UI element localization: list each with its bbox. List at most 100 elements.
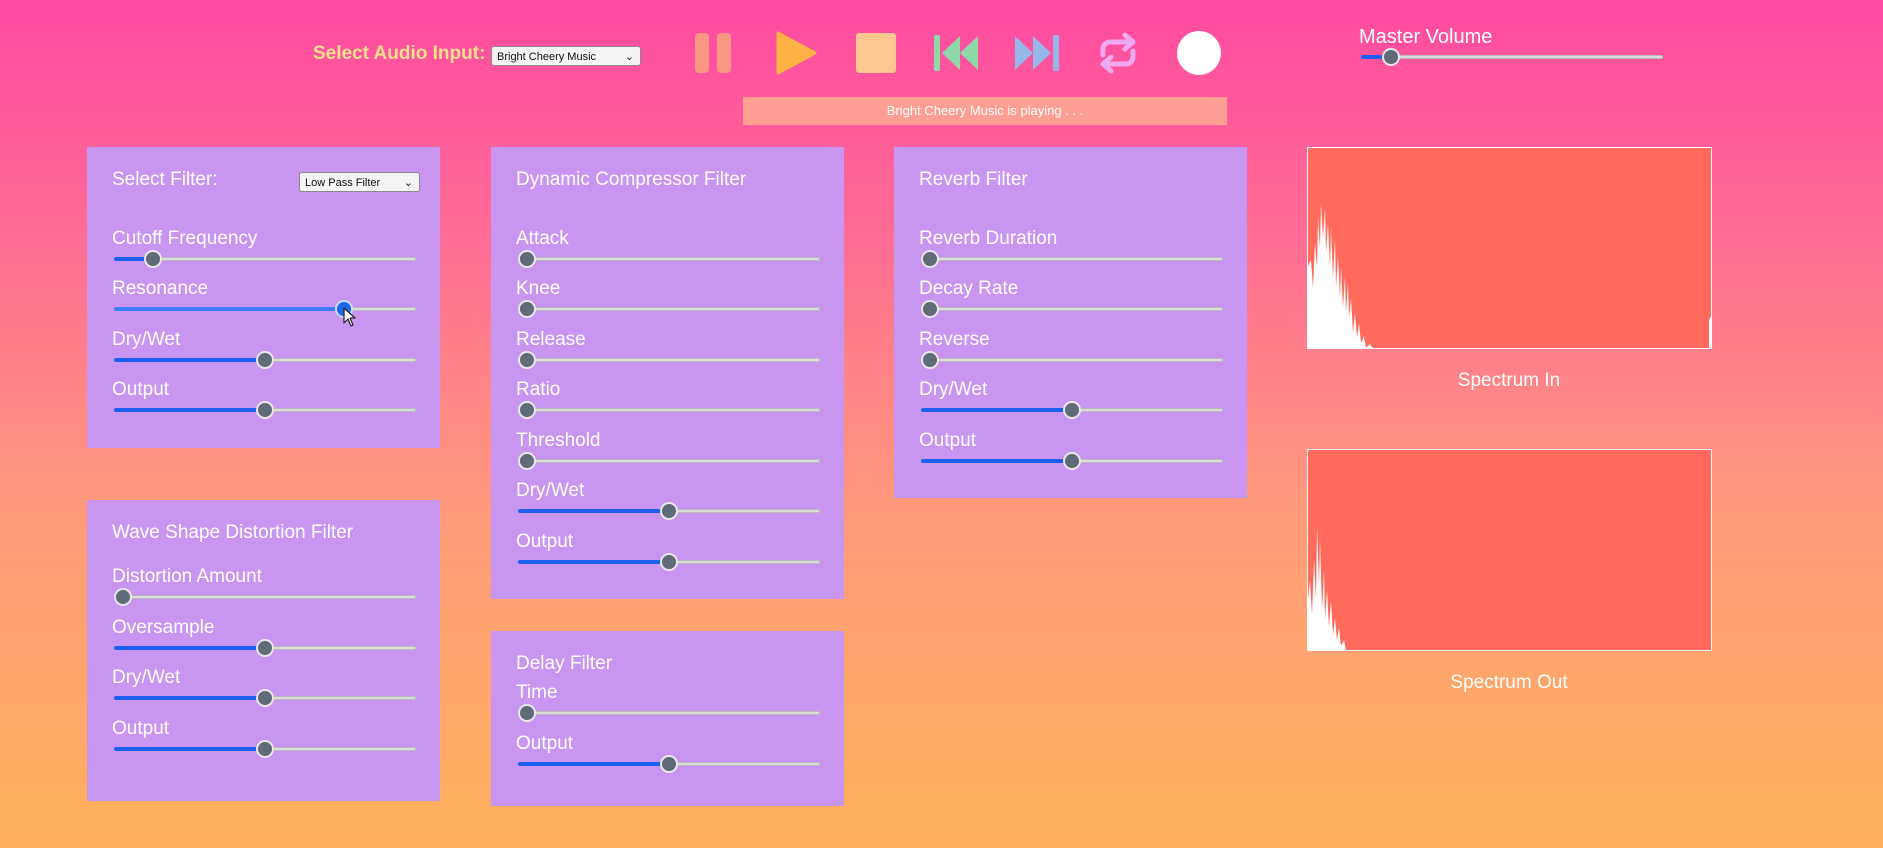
slider-thumb[interactable] — [144, 250, 163, 268]
spectrum-out-label: Spectrum Out — [1450, 672, 1568, 693]
slider-thumb[interactable] — [1063, 452, 1081, 470]
ratio-label: Ratio — [516, 379, 561, 400]
filter-dry-wet-slider[interactable] — [114, 350, 416, 370]
compressor-dry-wet-slider[interactable] — [518, 501, 820, 521]
reverb-output-slider[interactable] — [921, 451, 1223, 471]
record-icon — [1177, 31, 1221, 75]
slider-thumb[interactable] — [1063, 401, 1081, 419]
attack-label: Attack — [516, 228, 569, 249]
distortion-amount-slider[interactable] — [114, 587, 416, 607]
slider-thumb[interactable] — [518, 704, 537, 722]
ratio-slider[interactable] — [518, 400, 820, 420]
delay-output-label: Output — [516, 733, 574, 754]
threshold-label: Threshold — [516, 430, 601, 451]
forward-button[interactable] — [1014, 30, 1060, 76]
audio-input-select[interactable]: Bright Cheery Music ⌄ — [491, 46, 641, 66]
record-button[interactable] — [1176, 30, 1222, 76]
slider-thumb[interactable] — [256, 639, 274, 657]
skip-forward-icon — [1015, 35, 1059, 71]
filter-output-label: Output — [112, 379, 170, 400]
compressor-output-label: Output — [516, 531, 574, 552]
master-volume-label: Master Volume — [1359, 26, 1493, 48]
loop-icon — [1100, 32, 1136, 74]
stop-icon — [856, 33, 896, 73]
spectrum-out-canvas — [1307, 449, 1712, 651]
loop-button[interactable] — [1095, 30, 1141, 76]
compressor-dry-wet-label: Dry/Wet — [516, 480, 585, 501]
slider-thumb[interactable] — [921, 250, 940, 268]
slider-thumb[interactable] — [921, 300, 940, 318]
audio-input-select-value: Bright Cheery Music — [497, 51, 597, 63]
play-icon — [776, 31, 817, 75]
reverb-dry-wet-label: Dry/Wet — [919, 379, 988, 400]
release-label: Release — [516, 329, 586, 350]
slider-thumb[interactable] — [256, 740, 274, 758]
filter-type-select[interactable]: Low Pass Filter ⌄ — [299, 172, 420, 192]
compressor-title: Dynamic Compressor Filter — [516, 169, 747, 190]
filter-panel: Select Filter: Low Pass Filter ⌄ Cutoff … — [87, 147, 440, 448]
knee-label: Knee — [516, 278, 561, 299]
mouse-cursor-icon — [343, 307, 356, 327]
slider-thumb[interactable] — [921, 351, 940, 369]
reverb-duration-slider[interactable] — [921, 249, 1223, 269]
resonance-slider[interactable] — [114, 299, 416, 319]
reverse-slider[interactable] — [921, 350, 1223, 370]
delay-title: Delay Filter — [516, 653, 613, 674]
slider-thumb[interactable] — [1382, 48, 1401, 66]
delay-time-label: Time — [516, 682, 558, 703]
distortion-title: Wave Shape Distortion Filter — [112, 522, 354, 543]
reverse-label: Reverse — [919, 329, 990, 350]
compressor-panel: Dynamic Compressor Filter Attack Knee Re… — [491, 147, 844, 599]
stop-button[interactable] — [853, 30, 899, 76]
master-volume-slider[interactable] — [1361, 47, 1663, 67]
reverb-dry-wet-slider[interactable] — [921, 400, 1223, 420]
slider-thumb[interactable] — [660, 553, 678, 571]
oversample-label: Oversample — [112, 617, 215, 638]
distortion-dry-wet-label: Dry/Wet — [112, 667, 181, 688]
delay-time-slider[interactable] — [518, 703, 820, 723]
slider-thumb[interactable] — [256, 689, 274, 707]
slider-thumb[interactable] — [518, 250, 537, 268]
slider-thumb[interactable] — [660, 755, 678, 773]
pause-button[interactable] — [691, 30, 737, 76]
slider-thumb[interactable] — [518, 401, 537, 419]
skip-back-icon — [934, 35, 978, 71]
delay-output-slider[interactable] — [518, 754, 820, 774]
decay-rate-slider[interactable] — [921, 299, 1223, 319]
threshold-slider[interactable] — [518, 451, 820, 471]
distortion-dry-wet-slider[interactable] — [114, 688, 416, 708]
compressor-output-slider[interactable] — [518, 552, 820, 572]
slider-thumb[interactable] — [518, 300, 537, 318]
knee-slider[interactable] — [518, 299, 820, 319]
reverb-output-label: Output — [919, 430, 977, 451]
slider-thumb[interactable] — [114, 588, 133, 606]
filter-output-slider[interactable] — [114, 400, 416, 420]
reverb-title: Reverb Filter — [919, 169, 1028, 190]
release-slider[interactable] — [518, 350, 820, 370]
play-button[interactable] — [772, 30, 818, 76]
filter-type-value: Low Pass Filter — [305, 177, 381, 189]
rewind-button[interactable] — [933, 30, 979, 76]
chevron-down-icon: ⌄ — [403, 177, 413, 189]
cutoff-frequency-label: Cutoff Frequency — [112, 228, 258, 249]
chevron-down-icon: ⌄ — [624, 51, 634, 63]
slider-thumb[interactable] — [256, 351, 274, 369]
decay-rate-label: Decay Rate — [919, 278, 1019, 299]
slider-thumb[interactable] — [518, 351, 537, 369]
distortion-output-slider[interactable] — [114, 739, 416, 759]
slider-thumb[interactable] — [518, 452, 537, 470]
delay-panel: Delay Filter Time Output — [491, 631, 844, 806]
oversample-slider[interactable] — [114, 638, 416, 658]
filter-select-label: Select Filter: — [112, 169, 218, 190]
slider-thumb[interactable] — [256, 401, 274, 419]
attack-slider[interactable] — [518, 249, 820, 269]
resonance-label: Resonance — [112, 278, 209, 299]
distortion-amount-label: Distortion Amount — [112, 566, 262, 587]
reverb-duration-label: Reverb Duration — [919, 228, 1058, 249]
filter-dry-wet-label: Dry/Wet — [112, 329, 181, 350]
spectrum-out-waveform — [1308, 525, 1346, 650]
pause-icon — [695, 33, 731, 73]
cutoff-frequency-slider[interactable] — [114, 249, 416, 269]
spectrum-in-canvas — [1307, 147, 1712, 349]
slider-thumb[interactable] — [660, 502, 678, 520]
